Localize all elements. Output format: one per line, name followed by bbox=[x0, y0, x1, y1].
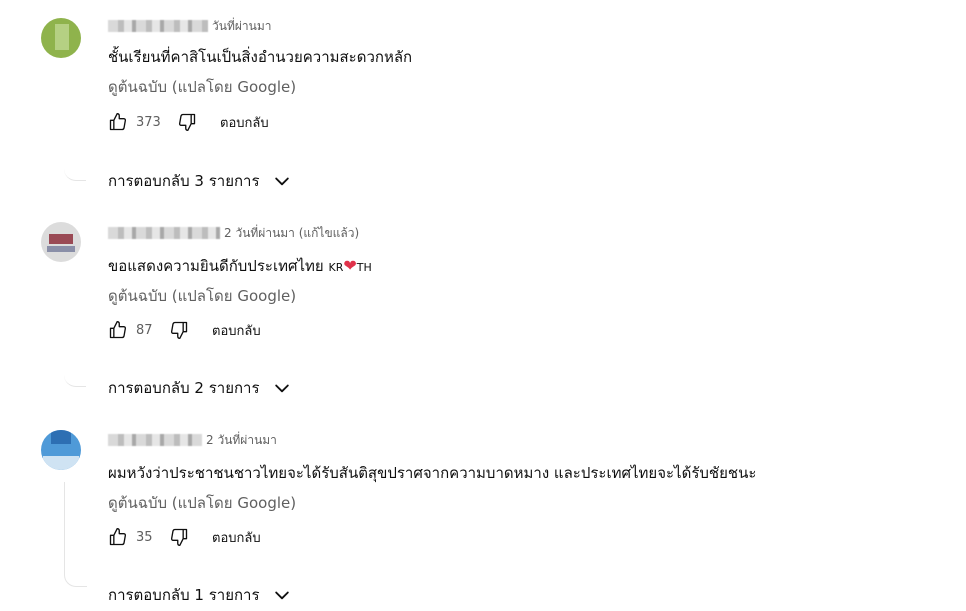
view-replies-button[interactable]: การตอบกลับ 2 รายการ bbox=[108, 376, 292, 400]
see-original-link[interactable]: ดูต้นฉบับ (แปลโดย Google) bbox=[108, 284, 296, 308]
like-icon[interactable] bbox=[106, 318, 130, 342]
comment-actions: 373 ตอบกลับ bbox=[106, 110, 269, 134]
avatar[interactable] bbox=[41, 222, 81, 262]
replies-label: การตอบกลับ 3 รายการ bbox=[108, 172, 260, 190]
replies-label: การตอบกลับ 1 รายการ bbox=[108, 586, 260, 604]
view-replies-button[interactable]: การตอบกลับ 3 รายการ bbox=[108, 169, 292, 193]
comment-actions: 35 ตอบกลับ bbox=[106, 525, 261, 549]
comment-time[interactable]: 2 วันที่ผ่านมา bbox=[206, 431, 277, 450]
reply-button[interactable]: ตอบกลับ bbox=[212, 320, 261, 341]
like-count: 87 bbox=[136, 322, 153, 338]
thread-connector bbox=[64, 482, 87, 587]
like-icon[interactable] bbox=[106, 110, 130, 134]
comment-actions: 87 ตอบกลับ bbox=[106, 318, 261, 342]
heart-emoji: ❤ bbox=[343, 256, 357, 275]
comment-header: วันที่ผ่านมา bbox=[108, 17, 271, 35]
comment-header: 2 วันที่ผ่านมา bbox=[108, 431, 277, 449]
like-count: 373 bbox=[136, 114, 161, 130]
reply-button[interactable]: ตอบกลับ bbox=[212, 527, 261, 548]
flag-kr: KR bbox=[328, 261, 344, 274]
dislike-icon[interactable] bbox=[167, 525, 191, 549]
see-original-link[interactable]: ดูต้นฉบับ (แปลโดย Google) bbox=[108, 491, 296, 515]
comment-text: ขอแสดงความยินดีกับประเทศไทย KR❤TH bbox=[108, 256, 372, 275]
like-count: 35 bbox=[136, 529, 153, 545]
see-original-link[interactable]: ดูต้นฉบับ (แปลโดย Google) bbox=[108, 75, 296, 99]
author-name-blurred[interactable] bbox=[108, 20, 208, 32]
view-replies-button[interactable]: การตอบกลับ 1 รายการ bbox=[108, 583, 292, 607]
author-name-blurred[interactable] bbox=[108, 434, 202, 446]
chevron-down-icon bbox=[272, 585, 292, 605]
comment-header: 2 วันที่ผ่านมา (แก้ไขแล้ว) bbox=[108, 224, 359, 242]
avatar[interactable] bbox=[41, 18, 81, 58]
thread-connector bbox=[64, 368, 86, 387]
comment-time[interactable]: 2 วันที่ผ่านมา (แก้ไขแล้ว) bbox=[224, 224, 359, 243]
chevron-down-icon bbox=[272, 171, 292, 191]
avatar[interactable] bbox=[41, 430, 81, 470]
thread-connector bbox=[64, 162, 86, 181]
replies-label: การตอบกลับ 2 รายการ bbox=[108, 379, 260, 397]
comment-text: ชั้นเรียนที่คาสิโนเป็นสิ่งอำนวยความสะดวก… bbox=[108, 48, 413, 66]
like-icon[interactable] bbox=[106, 525, 130, 549]
author-name-blurred[interactable] bbox=[108, 227, 220, 239]
dislike-icon[interactable] bbox=[167, 318, 191, 342]
flag-th: TH bbox=[356, 261, 372, 274]
chevron-down-icon bbox=[272, 378, 292, 398]
comment-time[interactable]: วันที่ผ่านมา bbox=[212, 17, 271, 36]
comment-text: ผมหวังว่าประชาชนชาวไทยจะได้รับสันติสุขปร… bbox=[108, 464, 757, 482]
reply-button[interactable]: ตอบกลับ bbox=[220, 112, 269, 133]
dislike-icon[interactable] bbox=[175, 110, 199, 134]
comments-section: วันที่ผ่านมา ชั้นเรียนที่คาสิโนเป็นสิ่งอ… bbox=[0, 0, 966, 611]
